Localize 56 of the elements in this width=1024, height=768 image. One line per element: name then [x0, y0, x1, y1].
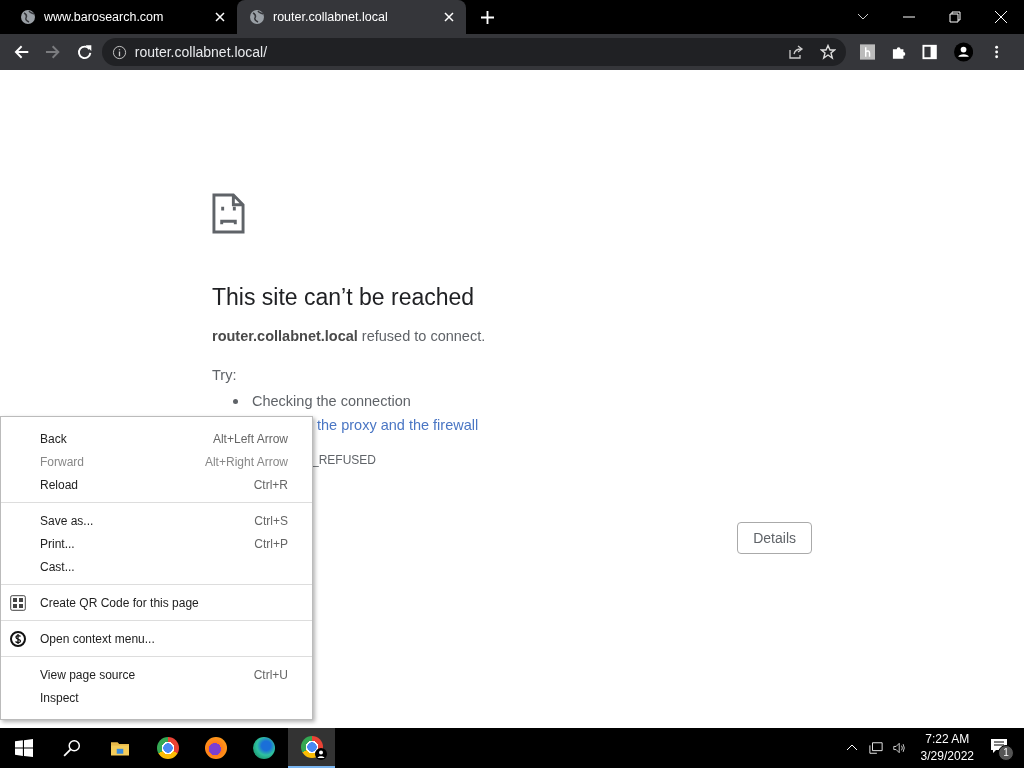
- puzzle-icon[interactable]: [891, 44, 907, 60]
- profile-icon[interactable]: [953, 42, 973, 62]
- share-icon[interactable]: [787, 44, 804, 60]
- search-icon[interactable]: [63, 739, 81, 757]
- network-icon[interactable]: [868, 741, 883, 755]
- suggestion-text: Checking the connection: [252, 393, 411, 409]
- person-icon: [315, 748, 327, 760]
- star-icon[interactable]: [819, 44, 836, 60]
- clock[interactable]: 7:22 AM 3/29/2022: [920, 731, 974, 765]
- menu-item[interactable]: Create QR Code for this page: [1, 591, 312, 614]
- firefox-icon[interactable]: [205, 737, 227, 759]
- info-icon: [111, 44, 127, 60]
- bullet-icon: [233, 398, 238, 404]
- globe-icon: [249, 9, 265, 25]
- forward-icon[interactable]: [45, 44, 61, 60]
- notification-button[interactable]: 1: [988, 736, 1014, 760]
- details-button[interactable]: Details: [737, 522, 812, 554]
- notification-badge: 1: [998, 745, 1014, 761]
- try-label: Try:: [212, 366, 237, 385]
- menu-item[interactable]: Save as... Ctrl+S: [1, 509, 312, 532]
- globe-icon: [20, 9, 36, 25]
- menu-item[interactable]: Print... Ctrl+P: [1, 532, 312, 555]
- extension-icon[interactable]: [859, 44, 876, 60]
- close-icon[interactable]: [994, 10, 1008, 24]
- volume-icon[interactable]: [892, 741, 907, 755]
- suggestion-link[interactable]: the proxy and the firewall: [317, 417, 479, 433]
- menu-item[interactable]: Cast...: [1, 555, 312, 578]
- reload-icon[interactable]: [76, 44, 92, 60]
- menu-item[interactable]: Back Alt+Left Arrow: [1, 427, 312, 450]
- chrome-icon[interactable]: [157, 737, 179, 759]
- error-heading: This site can’t be reached: [212, 283, 475, 312]
- dollar-coin-icon: [10, 630, 26, 647]
- edge-icon[interactable]: [253, 737, 275, 759]
- windows-start-icon[interactable]: [15, 739, 33, 757]
- browser-tab[interactable]: router.collabnet.local: [237, 0, 466, 34]
- restore-icon[interactable]: [948, 10, 962, 24]
- menu-item[interactable]: Inspect: [1, 686, 312, 709]
- clock-date: 3/29/2022: [920, 748, 974, 765]
- error-code: _REFUSED: [312, 453, 376, 467]
- sad-page-icon: [212, 193, 245, 234]
- clock-time: 7:22 AM: [925, 731, 970, 748]
- menu-item[interactable]: Open context menu...: [1, 627, 312, 650]
- address-bar[interactable]: router.collabnet.local/: [101, 38, 846, 66]
- new-tab-icon[interactable]: [481, 10, 494, 24]
- url-text: router.collabnet.local/: [134, 44, 268, 60]
- folder-icon[interactable]: [111, 739, 129, 757]
- menu-item[interactable]: View page source Ctrl+U: [1, 663, 312, 686]
- chrome-profile-taskbar-button[interactable]: [288, 728, 335, 768]
- browser-tab[interactable]: www.barosearch.com: [8, 0, 237, 34]
- back-icon[interactable]: [14, 44, 30, 60]
- error-message: router.collabnet.local refused to connect.: [212, 327, 486, 346]
- menu-item[interactable]: Reload Ctrl+R: [1, 473, 312, 496]
- qr-code-icon: [10, 594, 26, 611]
- close-icon[interactable]: [215, 12, 225, 22]
- side-panel-icon[interactable]: [922, 44, 938, 60]
- close-icon[interactable]: [444, 12, 454, 22]
